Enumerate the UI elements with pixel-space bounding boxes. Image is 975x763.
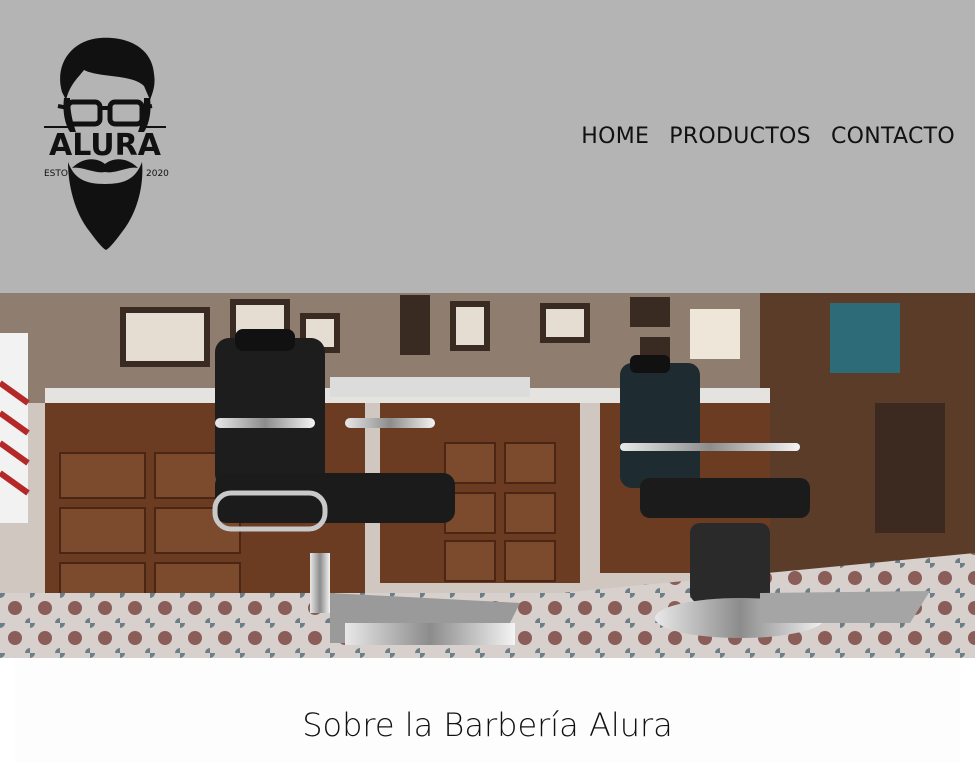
nav-contact-link[interactable]: CONTACTO: [831, 124, 955, 149]
alura-logo[interactable]: ALURA ESTO 2020: [40, 34, 170, 256]
logo-est: ESTO: [44, 169, 68, 179]
about-title: Sobre la Barbería Alura: [302, 706, 673, 744]
nav-home-link[interactable]: HOME: [581, 124, 649, 149]
logo-wordmark: ALURA: [49, 128, 162, 163]
main-nav: HOME PRODUCTOS CONTACTO: [581, 124, 955, 149]
logo-year: 2020: [146, 169, 169, 179]
about-section: Sobre la Barbería Alura: [15, 658, 960, 763]
site-header: ALURA ESTO 2020 HOME PRODUCTOS CONTACTO: [0, 0, 975, 293]
barbershop-hero-image: [0, 293, 975, 658]
nav-products-link[interactable]: PRODUCTOS: [669, 124, 811, 149]
